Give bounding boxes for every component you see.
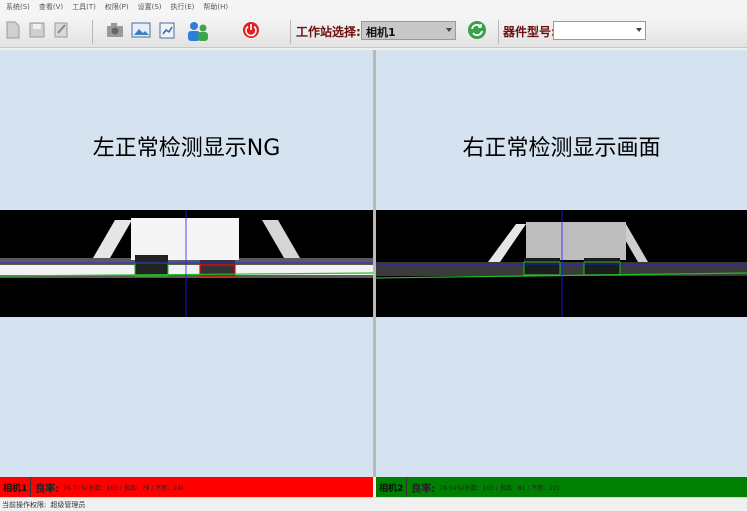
refresh-button[interactable]: [466, 19, 488, 41]
users-button[interactable]: [185, 18, 211, 44]
right-camera-label: 相机2: [376, 477, 408, 497]
toolbar-separator: [92, 20, 93, 44]
main-window: 系统(S) 查看(V) 工具(T) 权限(P) 设置(S) 执行(E) 帮助(H…: [0, 0, 747, 511]
menu-execute[interactable]: 执行(E): [171, 2, 195, 12]
chevron-down-icon: [446, 28, 452, 32]
right-camera-panel: 右正常检测显示画面: [375, 50, 747, 477]
power-button[interactable]: [240, 19, 262, 41]
menu-tools[interactable]: 工具(T): [72, 2, 96, 12]
toolbar: 工作站选择: 相机1 器件型号:: [0, 14, 747, 48]
left-yield-label: 良率:: [35, 483, 60, 495]
toolbar-separator: [498, 20, 499, 44]
permission-label: 当前操作权限:: [2, 500, 47, 509]
right-status-bar: 相机2 良率: 78.64%(总数：103 / 良品：81 / 不良：22): [376, 477, 747, 497]
camera-button[interactable]: [104, 19, 126, 41]
menu-bar: 系统(S) 查看(V) 工具(T) 权限(P) 设置(S) 执行(E) 帮助(H…: [0, 0, 747, 14]
menu-view[interactable]: 查看(V): [39, 2, 63, 12]
right-yield-stats: 78.64%(总数：103 / 良品：81 / 不良：22): [439, 484, 560, 492]
save-icon: [29, 22, 45, 38]
right-inspection-picture: [375, 210, 747, 317]
image-icon: [131, 22, 151, 38]
left-inspection-picture: [0, 210, 374, 317]
report-icon: [159, 22, 175, 39]
left-camera-image: [0, 210, 374, 317]
left-yield-stats: 76.70%(总数：103 / 良品：79 / 不良：24): [63, 484, 184, 492]
station-select-value: 相机1: [366, 26, 396, 39]
toolbar-separator: [290, 20, 291, 44]
left-panel-title: 左正常检测显示NG: [92, 136, 281, 161]
refresh-icon: [468, 21, 486, 39]
station-select-label: 工作站选择:: [296, 25, 361, 39]
menu-settings[interactable]: 设置(S): [138, 2, 162, 12]
camera-icon: [107, 23, 123, 37]
image-button[interactable]: [130, 19, 152, 41]
menu-system[interactable]: 系统(S): [6, 2, 30, 12]
new-file-icon: [6, 21, 20, 39]
device-model-select[interactable]: [553, 21, 646, 40]
station-select[interactable]: 相机1: [361, 21, 456, 40]
power-icon: [243, 22, 259, 38]
edit-button[interactable]: [50, 19, 72, 41]
users-icon: [188, 22, 208, 41]
right-panel-title: 右正常检测显示画面: [462, 136, 661, 161]
left-status-bar: 相机1 良率: 76.70%(总数：103 / 良品：79 / 不良：24): [0, 477, 373, 497]
left-camera-label: 相机1: [0, 477, 32, 497]
new-file-button[interactable]: [2, 19, 24, 41]
menu-help[interactable]: 帮助(H): [203, 2, 228, 12]
footer-status: 当前操作权限: 超级管理员: [0, 497, 747, 511]
device-model-label: 器件型号:: [503, 25, 556, 39]
report-button[interactable]: [156, 19, 178, 41]
right-yield-label: 良率:: [411, 483, 436, 495]
menu-permission[interactable]: 权限(P): [105, 2, 129, 12]
edit-icon: [54, 22, 68, 38]
right-camera-image: [375, 210, 747, 317]
left-camera-panel: 左正常检测显示NG: [0, 50, 374, 477]
save-button[interactable]: [26, 19, 48, 41]
chevron-down-icon: [636, 28, 642, 32]
permission-value: 超级管理员: [50, 500, 86, 509]
